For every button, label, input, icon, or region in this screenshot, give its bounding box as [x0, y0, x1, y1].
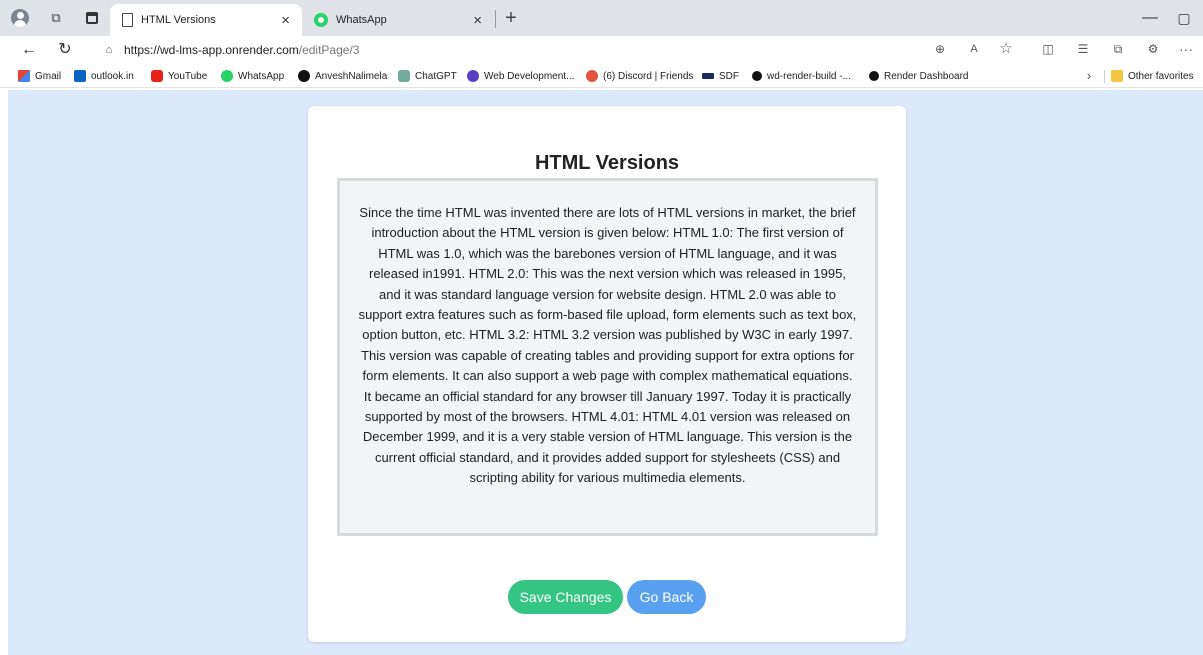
- bookmark-label: wd-render-build -...: [767, 70, 851, 82]
- back-button[interactable]: ←: [18, 39, 40, 61]
- bookmark-label: WhatsApp: [238, 70, 285, 82]
- web-development-icon: [467, 70, 479, 82]
- bookmark-label: Gmail: [35, 70, 62, 82]
- discord-icon: [586, 70, 598, 82]
- tab-actions-icon[interactable]: [82, 8, 102, 28]
- render-icon: [752, 71, 762, 81]
- document-icon: [122, 13, 133, 27]
- bookmark-github[interactable]: AnveshNalimela: [298, 69, 387, 83]
- tab-html-versions[interactable]: HTML Versions ×: [110, 4, 302, 36]
- chatgpt-icon: [398, 70, 410, 82]
- bookmark-render-dashboard[interactable]: Render Dashboard: [869, 69, 969, 83]
- edit-page-card: HTML Versions Since the time HTML was in…: [308, 106, 906, 642]
- workspaces-icon[interactable]: ⧉: [46, 8, 66, 28]
- folder-icon: [1111, 70, 1123, 82]
- close-icon[interactable]: ×: [473, 12, 482, 29]
- add-favorite-icon[interactable]: ☆: [996, 39, 1016, 59]
- close-icon[interactable]: ×: [281, 12, 290, 29]
- other-favorites-label: Other favorites: [1128, 70, 1194, 82]
- bookmark-gmail[interactable]: Gmail: [18, 69, 61, 83]
- bookmarks-divider: [1104, 70, 1105, 83]
- whatsapp-icon: [314, 13, 328, 27]
- tab-whatsapp[interactable]: WhatsApp ×: [302, 4, 494, 36]
- url-path: /editPage/3: [298, 43, 360, 57]
- collections-icon[interactable]: ⧉: [1108, 39, 1128, 59]
- other-favorites[interactable]: Other favorites: [1111, 69, 1194, 83]
- url-text: https://wd-lms-app.onrender.com/editPage…: [124, 43, 359, 57]
- tab-title: HTML Versions: [141, 14, 216, 26]
- bookmark-label: outlook.in: [91, 70, 134, 82]
- extensions-icon[interactable]: ⚙: [1143, 39, 1163, 59]
- maximize-button[interactable]: ▢: [1174, 8, 1194, 28]
- save-changes-button[interactable]: Save Changes: [508, 580, 623, 614]
- bookmark-label: SDF: [719, 70, 739, 82]
- favorites-icon[interactable]: ☰: [1073, 39, 1093, 59]
- tab-strip: ⧉ HTML Versions × WhatsApp × + — ▢: [0, 0, 1203, 36]
- page-content-editor[interactable]: Since the time HTML was invented there a…: [337, 178, 878, 536]
- minimize-button[interactable]: —: [1140, 8, 1160, 28]
- github-icon: [298, 70, 310, 82]
- new-tab-button[interactable]: +: [500, 6, 522, 30]
- bookmark-discord[interactable]: (6) Discord | Friends: [586, 69, 693, 83]
- address-bar[interactable]: ⌂ https://wd-lms-app.onrender.com/editPa…: [90, 38, 1004, 62]
- bookmark-web-development[interactable]: Web Development...: [467, 69, 574, 83]
- bookmark-outlook[interactable]: outlook.in: [74, 69, 134, 83]
- page-viewport: HTML Versions Since the time HTML was in…: [8, 90, 1203, 655]
- youtube-icon: [151, 70, 163, 82]
- render-icon: [869, 71, 879, 81]
- bookmark-chatgpt[interactable]: ChatGPT: [398, 69, 457, 83]
- bookmark-sdf[interactable]: SDF: [702, 69, 739, 83]
- sdf-icon: [702, 73, 714, 79]
- bookmark-label: ChatGPT: [415, 70, 457, 82]
- tab-divider: [495, 10, 496, 28]
- bookmark-label: (6) Discord | Friends: [603, 70, 694, 82]
- gmail-icon: [18, 70, 30, 82]
- bookmark-label: YouTube: [168, 70, 208, 82]
- bookmarks-bar: Gmail outlook.in YouTube WhatsApp Anvesh…: [0, 64, 1203, 88]
- bookmark-whatsapp[interactable]: WhatsApp: [221, 69, 284, 83]
- more-options-icon[interactable]: ···: [1176, 39, 1196, 59]
- url-host: https://wd-lms-app.onrender.com: [124, 43, 299, 57]
- bookmark-label: AnveshNalimela: [315, 70, 388, 82]
- bookmark-label: Web Development...: [484, 70, 575, 82]
- tab-title: WhatsApp: [336, 14, 387, 26]
- bookmark-youtube[interactable]: YouTube: [151, 69, 207, 83]
- zoom-icon[interactable]: ⊕: [930, 39, 950, 59]
- page-content-text[interactable]: Since the time HTML was invented there a…: [358, 203, 857, 489]
- profile-icon[interactable]: [10, 8, 30, 28]
- bookmark-wd-render-build[interactable]: wd-render-build -...: [752, 69, 851, 83]
- read-aloud-icon[interactable]: A: [964, 39, 984, 59]
- site-info-icon[interactable]: ⌂: [102, 43, 116, 57]
- go-back-button[interactable]: Go Back: [627, 580, 706, 614]
- split-screen-icon[interactable]: ◫: [1038, 39, 1058, 59]
- outlook-icon: [74, 70, 86, 82]
- refresh-button[interactable]: ↻: [54, 39, 76, 61]
- whatsapp-icon: [221, 70, 233, 82]
- page-title: HTML Versions: [534, 152, 680, 174]
- browser-toolbar: ← ↻ ⌂ https://wd-lms-app.onrender.com/ed…: [0, 36, 1203, 64]
- chevron-right-icon[interactable]: ›: [1082, 68, 1096, 84]
- bookmark-label: Render Dashboard: [884, 70, 969, 82]
